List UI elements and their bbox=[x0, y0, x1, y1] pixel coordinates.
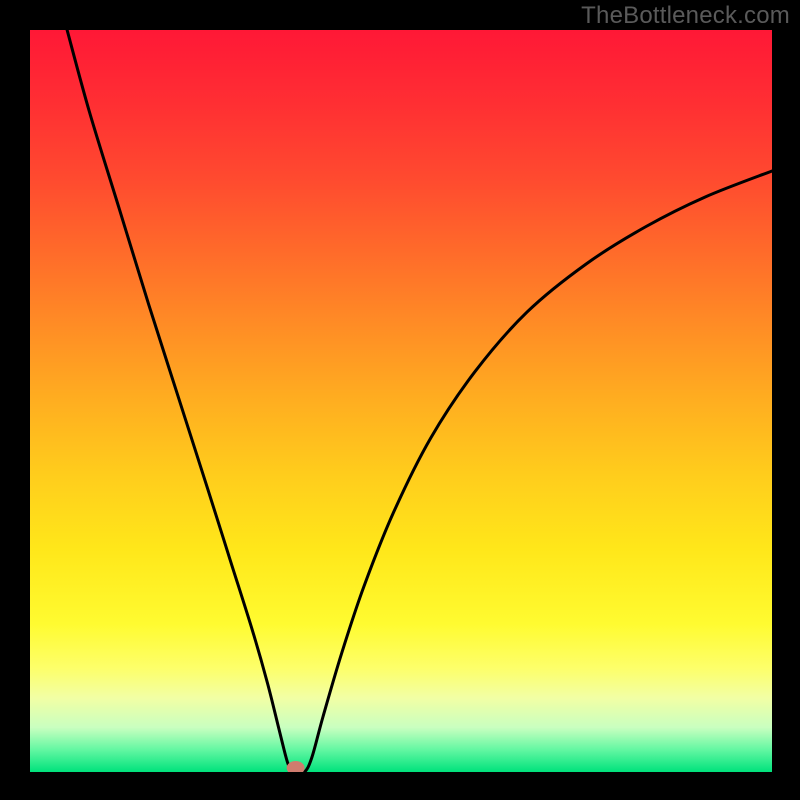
image-frame: TheBottleneck.com bbox=[0, 0, 800, 800]
chart-background bbox=[30, 30, 772, 772]
chart-svg bbox=[30, 30, 772, 772]
watermark-text: TheBottleneck.com bbox=[581, 2, 790, 30]
chart-plot-area bbox=[30, 30, 772, 772]
